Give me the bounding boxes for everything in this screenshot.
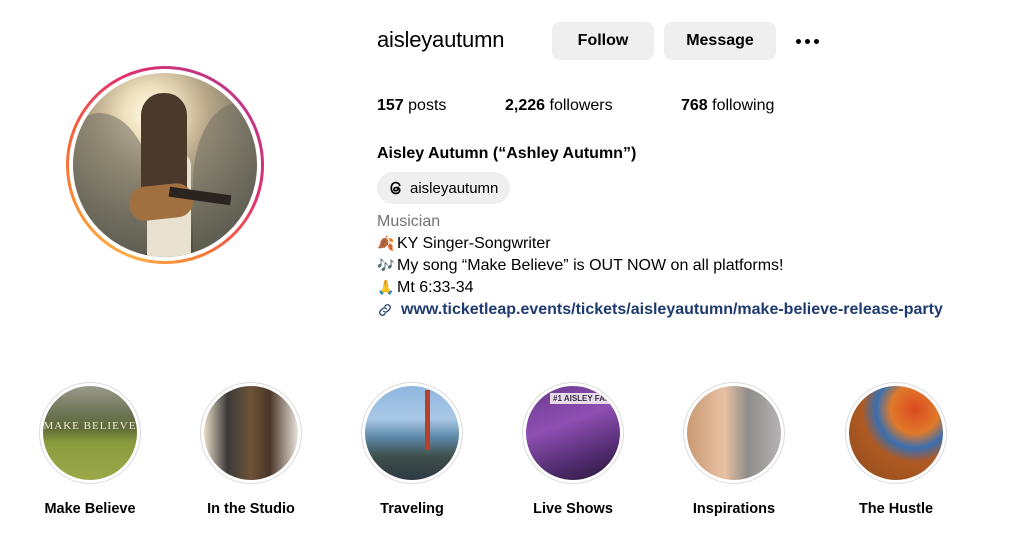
bridge-tower [425, 390, 430, 450]
bio-text: Mt 6:33-34 [397, 279, 474, 296]
highlight-ring: #1 AISLEY FANS [522, 382, 624, 484]
highlight-ring [200, 382, 302, 484]
highlight-ring: MAKE BELIEVE [39, 382, 141, 484]
following-label: following [707, 97, 775, 114]
highlight-cover [849, 386, 943, 480]
highlight-traveling[interactable]: Traveling [342, 382, 482, 517]
posts-stat: 157 posts [377, 97, 446, 115]
highlight-cover [204, 386, 298, 480]
highlight-ring [845, 382, 947, 484]
follow-button[interactable]: Follow [552, 22, 654, 60]
following-stat[interactable]: 768 following [681, 97, 774, 115]
highlight-cover [687, 386, 781, 480]
more-options-icon[interactable] [791, 30, 823, 52]
dot [795, 38, 801, 44]
cover-tag: #1 AISLEY FANS [550, 393, 620, 404]
threads-icon [390, 181, 401, 195]
music-notes-emoji-icon: 🎶 [377, 257, 395, 273]
highlight-label: In the Studio [207, 501, 295, 517]
highlight-the-hustle[interactable]: The Hustle [826, 382, 966, 517]
bio-text: My song “Make Believe” is OUT NOW on all… [397, 257, 784, 274]
bio-line: 🎶 My song “Make Believe” is OUT NOW on al… [377, 257, 783, 275]
highlight-ring [683, 382, 785, 484]
bio-text: KY Singer-Songwriter [397, 235, 551, 252]
highlight-inspirations[interactable]: Inspirations [664, 382, 804, 517]
dot [804, 38, 810, 44]
mountain-shape [193, 103, 257, 257]
profile-username: aisleyautumn [377, 27, 505, 52]
link-icon [379, 304, 391, 316]
message-button[interactable]: Message [664, 22, 776, 60]
category-label: Musician [377, 213, 441, 230]
following-count: 768 [681, 97, 708, 114]
full-name: Aisley Autumn (“Ashley Autumn”) [377, 145, 637, 162]
cover-title: MAKE BELIEVE [43, 420, 137, 432]
highlight-label: Live Shows [533, 501, 613, 517]
posts-label: posts [403, 97, 447, 114]
avatar-border [69, 69, 261, 261]
highlight-in-the-studio[interactable]: In the Studio [181, 382, 321, 517]
bio-link-row: www.ticketleap.events/tickets/aisleyautu… [377, 301, 943, 319]
highlight-cover: #1 AISLEY FANS [526, 386, 620, 480]
posts-count: 157 [377, 97, 404, 114]
bio-line: 🙏 Mt 6:33-34 [377, 279, 473, 297]
bio-line: 🍂 KY Singer-Songwriter [377, 235, 551, 253]
highlight-label: Traveling [380, 501, 444, 517]
followers-label: followers [545, 97, 613, 114]
leaf-emoji-icon: 🍂 [377, 235, 395, 251]
highlight-cover [365, 386, 459, 480]
bio-link[interactable]: www.ticketleap.events/tickets/aisleyautu… [401, 301, 943, 319]
highlight-make-believe[interactable]: MAKE BELIEVE Make Believe [20, 382, 160, 517]
highlight-ring [361, 382, 463, 484]
threads-badge[interactable]: aisleyautumn [377, 172, 511, 204]
highlight-label: Inspirations [692, 501, 776, 517]
highlight-live-shows[interactable]: #1 AISLEY FANS Live Shows [503, 382, 643, 517]
highlight-label: The Hustle [858, 501, 934, 517]
dot [813, 38, 819, 44]
avatar[interactable] [73, 73, 257, 257]
praying-hands-emoji-icon: 🙏 [377, 279, 395, 295]
followers-count: 2,226 [505, 97, 546, 114]
highlight-label: Make Believe [44, 501, 136, 517]
followers-stat[interactable]: 2,226 followers [505, 97, 613, 115]
threads-handle: aisleyautumn [410, 179, 499, 197]
profile-avatar-ring[interactable] [66, 66, 264, 264]
highlight-cover: MAKE BELIEVE [43, 386, 137, 480]
story-highlights: MAKE BELIEVE Make Believe In the Studio … [0, 382, 1024, 532]
